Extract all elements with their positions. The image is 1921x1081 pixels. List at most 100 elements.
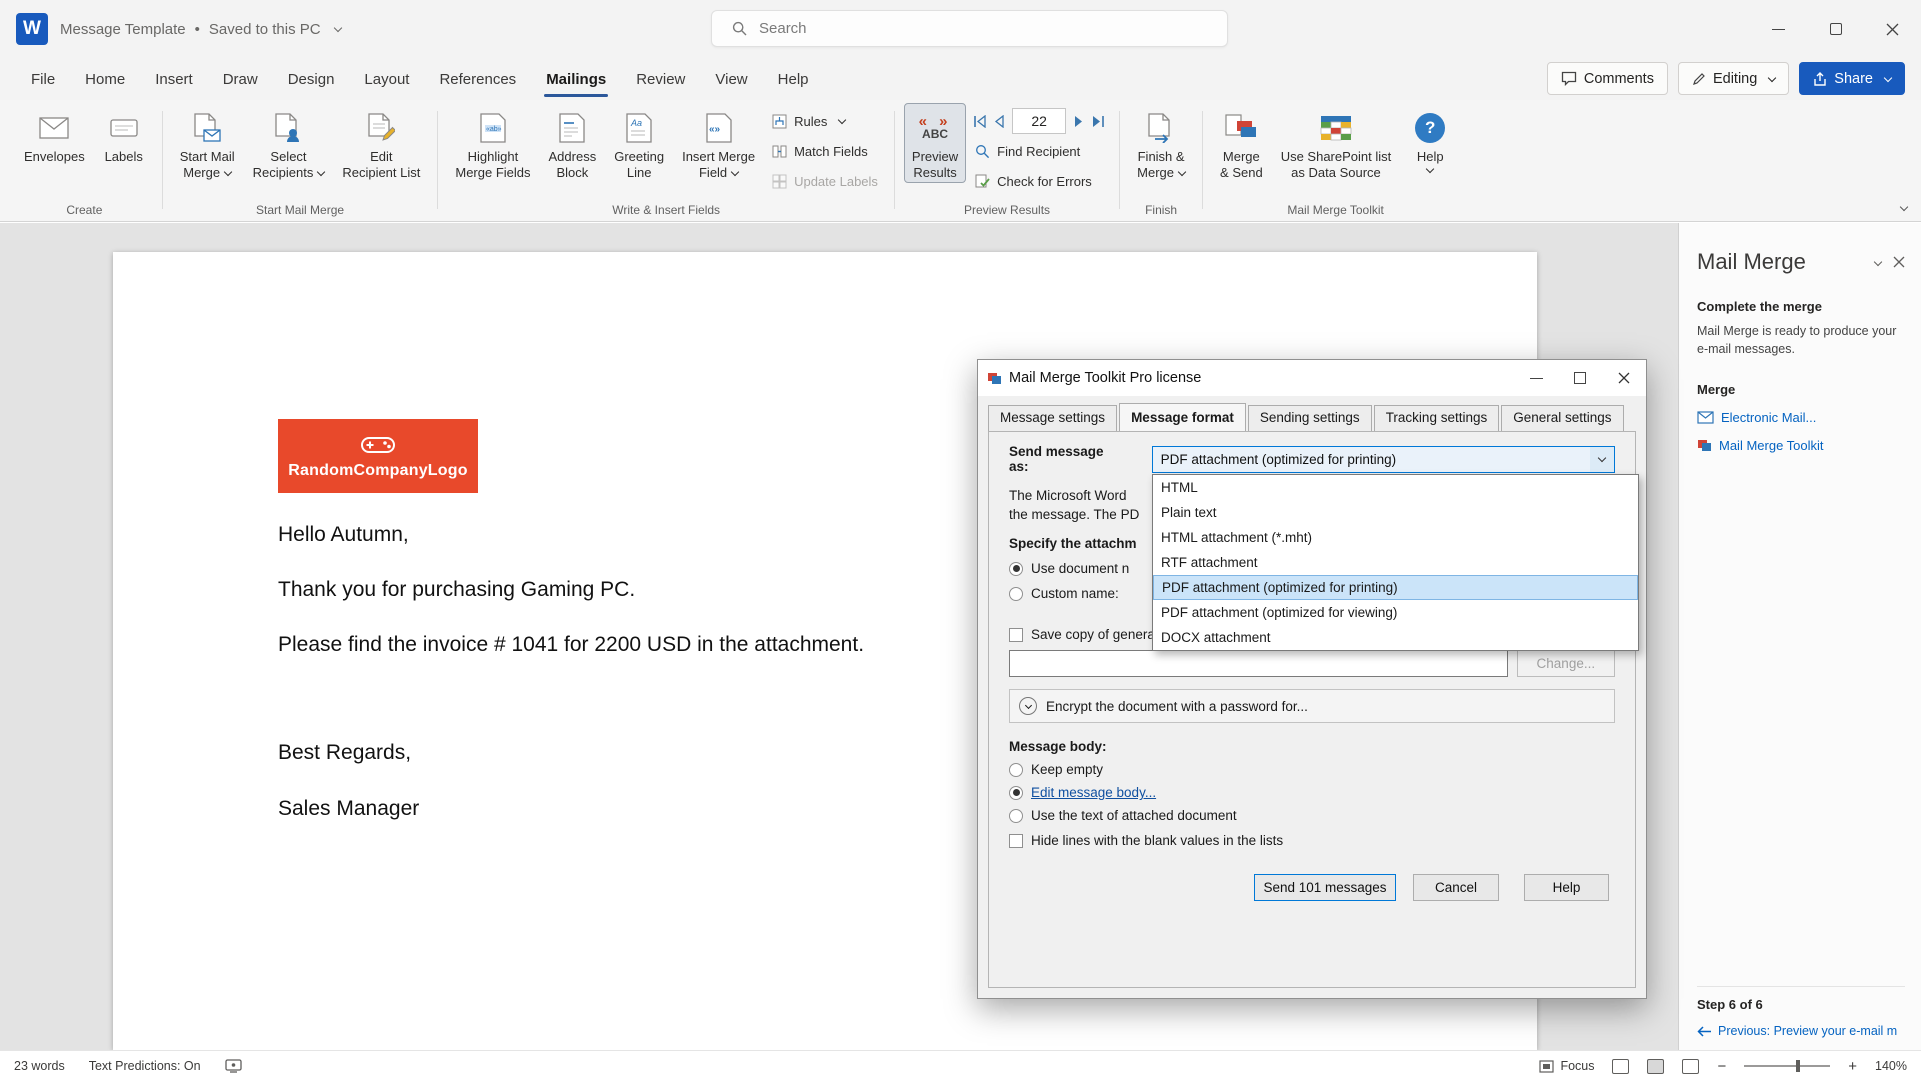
accessibility-icon[interactable]	[225, 1059, 242, 1073]
dropdown-option[interactable]: PDF attachment (optimized for viewing)	[1153, 600, 1638, 625]
dialog-close-button[interactable]	[1602, 360, 1646, 396]
rules-button[interactable]: Rules	[765, 107, 885, 135]
previous-record-button[interactable]	[993, 115, 1006, 128]
zoom-in-button[interactable]: +	[1848, 1058, 1857, 1075]
minimize-button[interactable]	[1750, 0, 1807, 58]
change-folder-button[interactable]: Change...	[1517, 650, 1615, 677]
zoom-percentage[interactable]: 140%	[1875, 1059, 1907, 1073]
dropdown-option[interactable]: Plain text	[1153, 500, 1638, 525]
tab-message-settings[interactable]: Message settings	[988, 405, 1117, 433]
dialog-maximize-button[interactable]	[1558, 360, 1602, 396]
send-message-as-combobox[interactable]: PDF attachment (optimized for printing)	[1152, 446, 1615, 473]
tab-references[interactable]: References	[424, 58, 531, 100]
help-button[interactable]: Help	[1524, 874, 1609, 901]
greeting-line-button[interactable]: Aa Greeting Line	[606, 103, 672, 183]
merge-and-send-button[interactable]: Merge & Send	[1212, 103, 1271, 183]
tab-help[interactable]: Help	[763, 58, 824, 100]
tab-layout[interactable]: Layout	[349, 58, 424, 100]
preview-results-button[interactable]: « »ABC Preview Results	[904, 103, 966, 183]
editing-mode-button[interactable]: Editing	[1678, 62, 1789, 95]
tab-insert[interactable]: Insert	[140, 58, 208, 100]
dropdown-option[interactable]: HTML	[1153, 475, 1638, 500]
send-messages-button[interactable]: Send 101 messages	[1254, 874, 1396, 901]
find-recipient-button[interactable]: Find Recipient	[968, 137, 1110, 165]
read-mode-button[interactable]	[1612, 1059, 1629, 1074]
pane-options-button[interactable]	[1870, 254, 1881, 270]
web-layout-button[interactable]	[1682, 1059, 1699, 1074]
first-record-button[interactable]	[972, 115, 987, 128]
radio-use-document-name[interactable]	[1009, 562, 1023, 576]
start-mail-merge-button[interactable]: Start Mail Merge	[172, 103, 243, 183]
edit-recipient-list-button[interactable]: Edit Recipient List	[334, 103, 428, 183]
select-recipients-button[interactable]: Select Recipients	[245, 103, 333, 183]
address-block-button[interactable]: Address Block	[541, 103, 605, 183]
previous-step-link-row[interactable]: Previous: Preview your e-mail m	[1697, 1024, 1905, 1038]
tab-sending-settings[interactable]: Sending settings	[1248, 405, 1372, 433]
dialog-minimize-button[interactable]	[1514, 360, 1558, 396]
collapse-ribbon-button[interactable]	[1896, 199, 1907, 215]
maximize-button[interactable]	[1807, 0, 1864, 58]
zoom-slider-thumb[interactable]	[1796, 1060, 1800, 1072]
last-record-button[interactable]	[1091, 115, 1106, 128]
tab-general-settings[interactable]: General settings	[1501, 405, 1623, 433]
keep-empty-radio-row[interactable]: Keep empty	[1009, 762, 1615, 777]
radio-use-attached-text[interactable]	[1009, 809, 1023, 823]
tab-tracking-settings[interactable]: Tracking settings	[1374, 405, 1500, 433]
tab-design[interactable]: Design	[273, 58, 350, 100]
tab-view[interactable]: View	[700, 58, 762, 100]
search-input[interactable]: Search	[711, 10, 1228, 47]
tab-home[interactable]: Home	[70, 58, 140, 100]
radio-custom-name[interactable]	[1009, 587, 1023, 601]
highlight-merge-fields-button[interactable]: «ab» Highlight Merge Fields	[447, 103, 538, 183]
folder-path-input[interactable]	[1009, 650, 1508, 677]
tab-review[interactable]: Review	[621, 58, 700, 100]
print-layout-button[interactable]	[1647, 1059, 1664, 1074]
sharepoint-data-source-button[interactable]: Use SharePoint list as Data Source	[1273, 103, 1400, 183]
check-for-errors-button[interactable]: Check for Errors	[968, 167, 1110, 195]
radio-edit-message-body[interactable]	[1009, 786, 1023, 800]
dropdown-option[interactable]: RTF attachment	[1153, 550, 1638, 575]
text-predictions-toggle[interactable]: Text Predictions: On	[89, 1059, 201, 1073]
dropdown-option[interactable]: DOCX attachment	[1153, 625, 1638, 650]
cancel-button[interactable]: Cancel	[1413, 874, 1499, 901]
close-button[interactable]	[1864, 0, 1921, 58]
dropdown-option[interactable]: HTML attachment (*.mht)	[1153, 525, 1638, 550]
insert-merge-field-button[interactable]: «» Insert Merge Field	[674, 103, 763, 183]
zoom-out-button[interactable]: −	[1717, 1058, 1726, 1075]
edit-message-body-radio-row[interactable]: Edit message body...	[1009, 785, 1615, 800]
encrypt-expander[interactable]: Encrypt the document with a password for…	[1009, 689, 1615, 723]
tab-message-format[interactable]: Message format	[1119, 403, 1246, 431]
word-count[interactable]: 23 words	[14, 1059, 65, 1073]
save-copy-checkbox[interactable]	[1009, 628, 1023, 642]
tab-file[interactable]: File	[16, 58, 70, 100]
labels-button[interactable]: Labels	[95, 103, 153, 167]
envelopes-button[interactable]: Envelopes	[16, 103, 93, 167]
use-attached-text-radio-row[interactable]: Use the text of attached document	[1009, 808, 1615, 823]
tab-mailings[interactable]: Mailings	[531, 58, 621, 100]
share-button[interactable]: Share	[1799, 62, 1905, 95]
comments-button[interactable]: Comments	[1547, 62, 1668, 95]
dialog-titlebar[interactable]: Mail Merge Toolkit Pro license	[978, 360, 1646, 396]
tab-draw[interactable]: Draw	[208, 58, 273, 100]
hide-blank-lines-checkbox[interactable]	[1009, 834, 1023, 848]
electronic-mail-link[interactable]: Electronic Mail...	[1721, 410, 1816, 425]
mail-merge-toolkit-link[interactable]: Mail Merge Toolkit	[1719, 438, 1824, 453]
match-fields-button[interactable]: Match Fields	[765, 137, 885, 165]
electronic-mail-link-row[interactable]: Electronic Mail...	[1697, 410, 1905, 425]
toolkit-help-button[interactable]: ? Help	[1401, 103, 1459, 174]
finish-merge-button[interactable]: Finish & Merge	[1129, 103, 1193, 183]
edit-message-body-link[interactable]: Edit message body...	[1031, 785, 1156, 800]
zoom-slider[interactable]	[1744, 1065, 1830, 1067]
expander-chevron-icon	[1019, 697, 1037, 715]
previous-step-link[interactable]: Previous: Preview your e-mail m	[1718, 1024, 1897, 1038]
mail-merge-toolkit-link-row[interactable]: Mail Merge Toolkit	[1697, 438, 1905, 453]
radio-keep-empty[interactable]	[1009, 763, 1023, 777]
record-number-input[interactable]: 22	[1012, 108, 1066, 134]
update-labels-button[interactable]: Update Labels	[765, 167, 885, 195]
pane-close-button[interactable]	[1893, 256, 1905, 268]
focus-mode-button[interactable]: Focus	[1539, 1059, 1594, 1073]
next-record-button[interactable]	[1072, 115, 1085, 128]
save-status[interactable]: Saved to this PC	[209, 21, 321, 38]
hide-blank-lines-checkbox-row[interactable]: Hide lines with the blank values in the …	[1009, 833, 1615, 848]
dropdown-option-selected[interactable]: PDF attachment (optimized for printing)	[1153, 575, 1638, 600]
